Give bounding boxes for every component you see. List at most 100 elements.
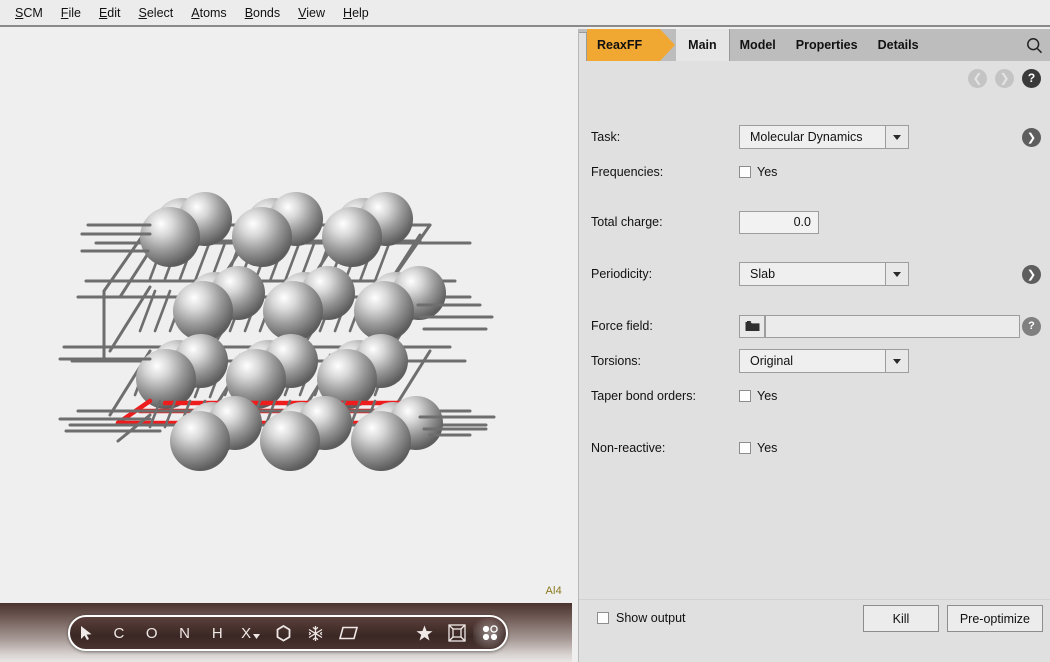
frequencies-label: Frequencies: (591, 165, 664, 179)
periodicity-more-button[interactable]: ❯ (1022, 264, 1041, 284)
folder-icon[interactable] (739, 314, 765, 338)
row-non-reactive: Non-reactive: Yes (591, 434, 1050, 462)
menu-select[interactable]: Select (130, 3, 183, 23)
panel-bottom-bar: Show output Kill Pre-optimize (579, 599, 1050, 662)
row-periodicity: Periodicity: Slab ❯ (591, 260, 1050, 288)
other-element-label: X (241, 624, 252, 642)
box-tool[interactable] (440, 618, 473, 648)
tab-model[interactable]: Model (730, 29, 786, 61)
chevron-down-icon[interactable] (885, 126, 908, 148)
taper-bond-orders-label: Taper bond orders: (591, 389, 696, 403)
tab-bar: ReaxFF Main Model Properties Details (579, 29, 1050, 61)
tab-properties[interactable]: Properties (786, 29, 868, 61)
viewer-toolbar: C O N H X (68, 615, 508, 651)
menu-bar: SCM File Edit Select Atoms Bonds View He… (0, 0, 1050, 27)
menu-edit[interactable]: Edit (90, 3, 130, 23)
torsions-dropdown[interactable]: Original (739, 349, 909, 373)
force-field-help-button[interactable]: ? (1022, 316, 1041, 336)
torsions-value: Original (750, 354, 794, 368)
row-task: Task: Molecular Dynamics ❯ (591, 123, 1050, 151)
non-reactive-checkbox-wrap[interactable]: Yes (739, 441, 777, 455)
non-reactive-checkbox[interactable] (739, 442, 751, 454)
force-field-label: Force field: (591, 319, 653, 333)
row-taper-bond-orders: Taper bond orders: Yes (591, 382, 1050, 410)
chevron-right-circle-icon[interactable]: ❯ (995, 68, 1014, 88)
frequencies-check-label: Yes (757, 165, 778, 179)
row-total-charge: Total charge: 0.0 (591, 208, 1050, 236)
menu-scm[interactable]: SCM (6, 3, 52, 23)
help-circle-icon[interactable]: ? (1022, 68, 1041, 88)
pre-optimize-button-label: Pre-optimize (959, 611, 1030, 626)
menu-atoms[interactable]: Atoms (182, 3, 235, 23)
nitrogen-atom-tool[interactable]: N (168, 618, 201, 648)
show-output-checkbox[interactable] (597, 612, 609, 624)
tab-stub (579, 32, 587, 61)
hydrogen-atom-tool[interactable]: H (201, 618, 234, 648)
task-value: Molecular Dynamics (750, 130, 863, 144)
tab-properties-label: Properties (795, 38, 858, 52)
taper-bond-orders-checkbox-wrap[interactable]: Yes (739, 389, 777, 403)
force-field-help-label: ? (1028, 320, 1035, 332)
torsions-label: Torsions: (591, 354, 642, 368)
tab-model-label: Model (739, 38, 776, 52)
periodicity-label: Periodicity: (591, 267, 653, 281)
other-element-tool[interactable]: X (234, 618, 267, 648)
row-frequencies: Frequencies: Yes (591, 158, 1050, 186)
pre-optimize-button[interactable]: Pre-optimize (946, 605, 1043, 632)
taper-bond-orders-checkbox[interactable] (739, 390, 751, 402)
module-tab-label: ReaxFF (597, 38, 643, 52)
chevron-left-circle-icon[interactable]: ❮ (968, 68, 987, 88)
carbon-atom-tool[interactable]: C (103, 618, 136, 648)
tab-main[interactable]: Main (676, 29, 730, 61)
kill-button-label: Kill (892, 611, 910, 626)
menu-help[interactable]: Help (334, 3, 378, 23)
tab-main-label: Main (688, 38, 717, 52)
snowflake-tool[interactable] (300, 618, 333, 648)
total-charge-label: Total charge: (591, 215, 663, 229)
frequencies-checkbox-wrap[interactable]: Yes (739, 165, 777, 179)
system-label: Al4 (545, 585, 562, 597)
settings-panel: ReaxFF Main Model Properties Details ❮ ❯… (578, 29, 1050, 662)
help-label: ? (1027, 71, 1036, 85)
taper-bond-orders-check-label: Yes (757, 389, 778, 403)
periodicity-value: Slab (750, 267, 776, 281)
module-tab-reaxff[interactable]: ReaxFF (587, 29, 676, 61)
dots-tool[interactable] (473, 618, 506, 648)
tab-details[interactable]: Details (868, 29, 929, 61)
tab-bar-filler (929, 29, 1017, 61)
menu-file[interactable]: File (52, 3, 90, 23)
frequencies-checkbox[interactable] (739, 166, 751, 178)
task-dropdown[interactable]: Molecular Dynamics (739, 125, 909, 149)
menu-view[interactable]: View (289, 3, 334, 23)
kill-button[interactable]: Kill (863, 605, 939, 632)
task-label: Task: (591, 130, 621, 144)
ring-tool[interactable] (267, 618, 300, 648)
application-window: SCM File Edit Select Atoms Bonds View He… (0, 0, 1050, 662)
star-tool[interactable] (408, 618, 441, 648)
settings-form: Task: Molecular Dynamics ❯ Frequencies: … (579, 95, 1050, 600)
panel-nav-row: ❮ ❯ ? (579, 61, 1050, 95)
total-charge-input[interactable]: 0.0 (739, 210, 819, 234)
periodicity-dropdown[interactable]: Slab (739, 262, 909, 286)
select-arrow-icon[interactable] (70, 618, 103, 648)
search-icon[interactable] (1017, 29, 1050, 61)
chevron-down-icon[interactable] (885, 350, 908, 372)
molecule-viewer[interactable]: Al4 (0, 29, 572, 603)
menu-bonds[interactable]: Bonds (236, 3, 289, 23)
show-output-checkbox-wrap[interactable]: Show output (597, 611, 686, 625)
force-field-input[interactable] (765, 314, 1020, 338)
total-charge-value: 0.0 (793, 215, 811, 229)
oxygen-atom-tool[interactable]: O (136, 618, 169, 648)
row-force-field: Force field: ? (591, 312, 1050, 340)
chevron-down-icon[interactable] (885, 263, 908, 285)
plane-tool[interactable] (332, 618, 365, 648)
tab-details-label: Details (877, 38, 919, 52)
task-more-button[interactable]: ❯ (1022, 127, 1041, 147)
non-reactive-label: Non-reactive: (591, 441, 666, 455)
